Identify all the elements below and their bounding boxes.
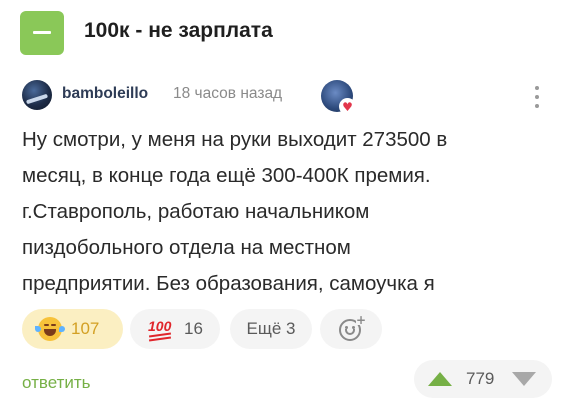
- comment-text-line: г.Ставрополь, работаю начальником: [22, 200, 370, 223]
- reaction-laughing[interactable]: 107: [22, 309, 123, 349]
- comment-text-line: Ну смотри, у меня на руки выходит 273500…: [22, 128, 448, 151]
- comment-text-line: пиздобольного отдела на местном: [22, 236, 351, 259]
- reaction-count: 16: [184, 319, 203, 338]
- comment-text-line: предприятии. Без образования, самоучка я: [22, 272, 435, 295]
- add-reaction-button[interactable]: +: [320, 309, 382, 349]
- add-emoji-icon: +: [338, 314, 366, 342]
- more-reactions-label: Ещё 3: [246, 319, 296, 338]
- rating-value: 779: [466, 369, 495, 388]
- minus-icon: [33, 31, 51, 34]
- reaction-hundred[interactable]: 100 16: [130, 309, 220, 349]
- story-header: 100к - не зарплата: [0, 0, 576, 70]
- comment: bamboleillo 18 часов назад ♥ Ну смотри, …: [0, 70, 576, 409]
- downvote-arrow-icon[interactable]: [512, 372, 536, 386]
- collapse-story-button[interactable]: [20, 11, 64, 55]
- heart-icon: ♥: [339, 98, 356, 115]
- reaction-count: 107: [71, 319, 100, 338]
- story-title[interactable]: 100к - не зарплата: [84, 19, 273, 43]
- user-badge[interactable]: ♥: [321, 80, 356, 115]
- comment-author[interactable]: bamboleillo: [62, 85, 148, 103]
- comment-time[interactable]: 18 часов назад: [173, 85, 282, 103]
- rating-control: 779: [414, 360, 552, 398]
- comment-text: Ну смотри, у меня на руки выходит 273500…: [22, 122, 552, 302]
- more-options-icon[interactable]: [529, 84, 545, 110]
- avatar[interactable]: [22, 80, 52, 110]
- hundred-points-emoji-icon: 100: [148, 318, 172, 342]
- upvote-arrow-icon[interactable]: [428, 372, 452, 386]
- laughing-tears-emoji-icon: [35, 317, 65, 341]
- more-reactions-button[interactable]: Ещё 3: [230, 309, 312, 349]
- reply-link[interactable]: ответить: [22, 373, 91, 393]
- comment-text-line: месяц, в конце года ещё 300-400К премия.: [22, 164, 431, 187]
